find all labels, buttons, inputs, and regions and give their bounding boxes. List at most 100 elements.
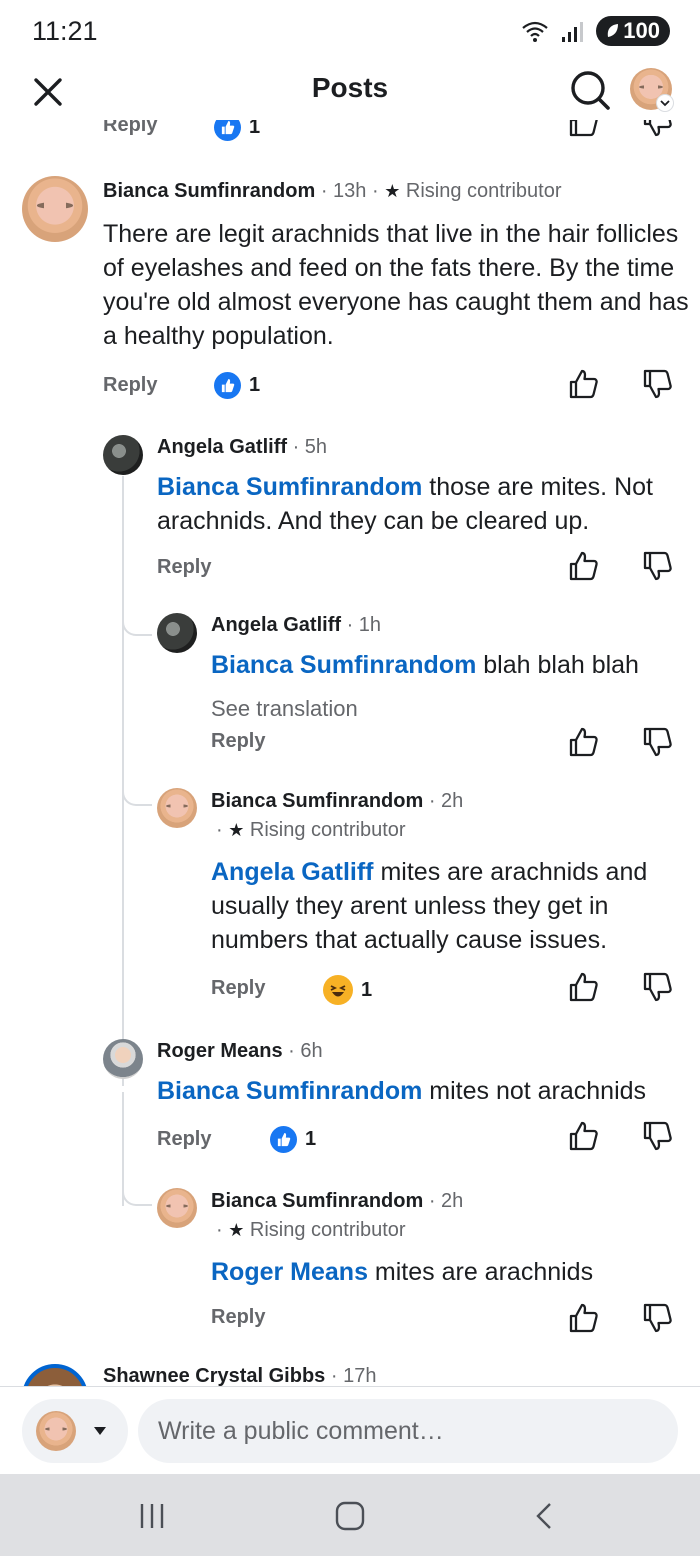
contributor-badge: Rising contributor: [249, 819, 406, 841]
comment-header: Bianca Sumfinrandom · 2h: [211, 1190, 463, 1213]
avatar[interactable]: [22, 176, 88, 242]
reaction-count: 1: [323, 975, 372, 1005]
upvote-icon[interactable]: [568, 120, 600, 138]
avatar[interactable]: [103, 435, 143, 475]
caret-down-icon: [94, 1427, 106, 1435]
mention-link[interactable]: Roger Means: [211, 1258, 368, 1286]
upvote-icon[interactable]: [568, 368, 600, 400]
reply-button[interactable]: Reply: [211, 1306, 265, 1329]
downvote-icon[interactable]: [642, 120, 674, 138]
star-icon: ★: [384, 181, 401, 201]
upvote-icon[interactable]: [568, 971, 600, 1003]
star-icon: ★: [228, 820, 245, 840]
author-name[interactable]: Bianca Sumfinrandom: [103, 180, 315, 202]
thread-connector: [122, 616, 152, 636]
thread-connector: [122, 1186, 152, 1206]
comment-time: · 2h: [423, 790, 464, 812]
comment-text: There are legit arachnids that live in t…: [103, 220, 689, 350]
author-name[interactable]: Bianca Sumfinrandom: [211, 790, 423, 812]
like-reaction-icon: [214, 372, 241, 399]
badge-line: · ★ Rising contributor: [216, 1219, 406, 1241]
upvote-icon[interactable]: [568, 550, 600, 582]
chevron-down-icon: [656, 94, 674, 112]
battery-indicator: 100: [596, 16, 670, 46]
author-name[interactable]: Angela Gatliff: [157, 436, 287, 458]
author-name[interactable]: Shawnee Crystal Gibbs: [103, 1365, 325, 1386]
reply-button[interactable]: Reply: [157, 1128, 211, 1151]
comment-time: · 1h: [341, 614, 382, 636]
like-count: 1: [270, 1126, 316, 1153]
like-reaction-icon: [270, 1126, 297, 1153]
reply-button[interactable]: Reply: [103, 374, 157, 397]
status-time: 11:21: [32, 16, 98, 46]
upvote-icon[interactable]: [568, 1302, 600, 1334]
mention-link[interactable]: Bianca Sumfinrandom: [157, 473, 422, 501]
comment-time: · 6h: [282, 1040, 323, 1062]
comment-time: · 17h: [325, 1365, 377, 1386]
mention-link[interactable]: Angela Gatliff: [211, 858, 374, 886]
comment-text: Angela Gatliff mites are arachnids and u…: [211, 858, 648, 954]
comment-text: Bianca Sumfinrandom mites not arachnids: [157, 1077, 647, 1105]
battery-level: 100: [623, 18, 660, 43]
reply-button[interactable]: Reply: [157, 556, 211, 579]
downvote-icon[interactable]: [642, 1302, 674, 1334]
downvote-icon[interactable]: [642, 368, 674, 400]
comment-composer: Write a public comment…: [0, 1386, 700, 1474]
thread-line: [122, 476, 124, 1086]
reply-button[interactable]: Reply: [211, 977, 265, 1000]
comment-header: Angela Gatliff · 5h: [157, 436, 327, 459]
identity-switcher[interactable]: [22, 1399, 128, 1463]
back-icon[interactable]: [530, 1500, 562, 1532]
charging-leaf-icon: [608, 24, 619, 37]
upvote-icon[interactable]: [568, 726, 600, 758]
mention-link[interactable]: Bianca Sumfinrandom: [157, 1077, 422, 1105]
comment-header: Bianca Sumfinrandom · 13h · ★ Rising con…: [103, 180, 562, 203]
star-icon: ★: [228, 1220, 245, 1240]
avatar[interactable]: [157, 1188, 197, 1228]
system-nav-bar: [0, 1474, 700, 1556]
avatar[interactable]: [22, 1364, 88, 1386]
contributor-badge: Rising contributor: [249, 1219, 406, 1241]
author-name[interactable]: Roger Means: [157, 1040, 283, 1062]
app-header: Posts: [0, 64, 700, 120]
see-translation-link[interactable]: See translation: [211, 696, 358, 722]
avatar[interactable]: [157, 788, 197, 828]
status-bar: 11:21 100: [0, 0, 700, 64]
downvote-icon[interactable]: [642, 726, 674, 758]
comment-time: · 5h: [287, 436, 328, 458]
reply-button[interactable]: Reply: [103, 120, 157, 137]
home-icon[interactable]: [334, 1500, 366, 1532]
wifi-icon: [522, 21, 548, 42]
badge-line: · ★ Rising contributor: [216, 819, 406, 841]
contributor-badge: Rising contributor: [405, 180, 562, 202]
downvote-icon[interactable]: [642, 971, 674, 1003]
like-count: 1: [214, 120, 260, 141]
profile-avatar-button[interactable]: [630, 68, 674, 112]
comment-time: · 2h: [423, 1190, 464, 1212]
comment-input[interactable]: Write a public comment…: [138, 1399, 678, 1463]
avatar[interactable]: [157, 613, 197, 653]
thread-connector: [122, 786, 152, 806]
author-name[interactable]: Angela Gatliff: [211, 614, 341, 636]
comment-header: Roger Means · 6h: [157, 1040, 323, 1063]
reply-button[interactable]: Reply: [211, 730, 265, 753]
search-icon[interactable]: [568, 68, 612, 112]
haha-reaction-icon: [323, 975, 353, 1005]
upvote-icon[interactable]: [568, 1120, 600, 1152]
like-reaction-icon: [214, 120, 241, 141]
comment-header: Bianca Sumfinrandom · 2h: [211, 790, 463, 813]
comment-text: Roger Means mites are arachnids: [211, 1258, 594, 1286]
downvote-icon[interactable]: [642, 550, 674, 582]
comment-header: Angela Gatliff · 1h: [211, 614, 381, 637]
recent-apps-icon[interactable]: [136, 1500, 168, 1532]
comments-feed[interactable]: Reply 1 Bianca Sumfinrandom · 13h · ★ Ri…: [0, 120, 700, 1386]
downvote-icon[interactable]: [642, 1120, 674, 1152]
comment-time: · 13h ·: [315, 180, 379, 202]
avatar: [36, 1411, 76, 1451]
mention-link[interactable]: Bianca Sumfinrandom: [211, 651, 476, 679]
author-name[interactable]: Bianca Sumfinrandom: [211, 1190, 423, 1212]
signal-icon: [562, 22, 584, 42]
comment-text: Bianca Sumfinrandom those are mites. Not…: [157, 473, 653, 535]
comment-header: Shawnee Crystal Gibbs · 17h: [103, 1365, 376, 1386]
avatar[interactable]: [103, 1039, 143, 1079]
